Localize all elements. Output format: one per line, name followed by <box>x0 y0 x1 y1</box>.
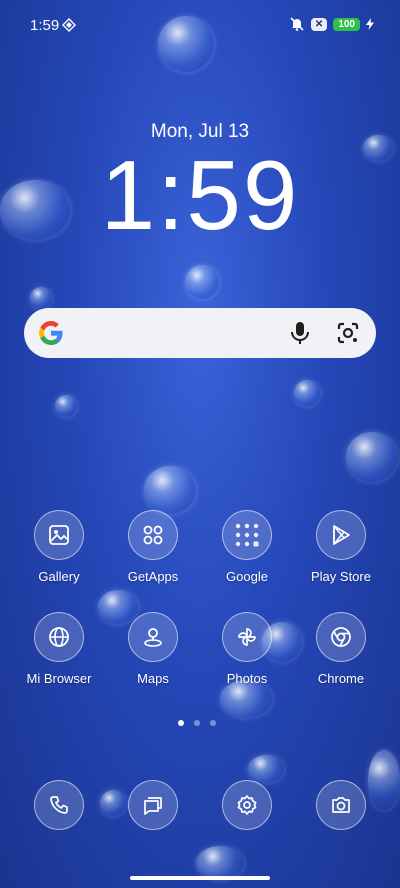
gallery-icon <box>34 510 84 560</box>
lock-clock: 1:59 <box>100 140 300 250</box>
maps-pin-icon <box>128 612 178 662</box>
bubble <box>196 846 244 880</box>
dock-messages[interactable] <box>108 780 198 830</box>
app-photos[interactable]: Photos <box>202 612 292 686</box>
app-mi-browser[interactable]: Mi Browser <box>14 612 104 686</box>
pinwheel-icon <box>222 612 272 662</box>
dock-settings[interactable] <box>202 780 292 830</box>
bubble <box>55 395 77 417</box>
page-dot <box>210 720 216 726</box>
getapps-icon <box>128 510 178 560</box>
voice-search-mic-icon[interactable] <box>289 321 311 345</box>
app-maps[interactable]: Maps <box>108 612 198 686</box>
bubble <box>30 287 52 309</box>
status-bar: 1:59 ✕ 100 <box>0 0 400 44</box>
charging-icon <box>366 18 374 30</box>
google-lens-icon[interactable] <box>336 321 360 345</box>
bubble <box>248 755 284 783</box>
app-label: Mi Browser <box>26 671 92 686</box>
app-label: Play Store <box>311 569 371 584</box>
dock-camera[interactable] <box>296 780 386 830</box>
home-gesture-bar[interactable] <box>130 876 270 880</box>
battery-indicator: 100 <box>333 17 360 31</box>
notification-badge: ✕ <box>310 17 328 31</box>
globe-icon <box>34 612 84 662</box>
ringer-off-icon <box>290 17 304 31</box>
page-dot <box>194 720 200 726</box>
phone-icon <box>34 780 84 830</box>
page-indicator <box>178 720 216 726</box>
google-g-icon <box>39 321 63 345</box>
bubble <box>185 265 219 299</box>
app-play-store[interactable]: Play Store <box>296 510 386 584</box>
app-label: Google <box>226 569 268 584</box>
bubble <box>144 466 196 514</box>
camera-icon <box>316 780 366 830</box>
dock-phone[interactable] <box>14 780 104 830</box>
chrome-icon <box>316 612 366 662</box>
bubble <box>294 380 320 406</box>
gear-icon <box>222 780 272 830</box>
status-icons: ✕ 100 <box>289 16 374 32</box>
status-time: 1:59 <box>30 17 60 34</box>
message-icon <box>128 780 178 830</box>
app-chrome[interactable]: Chrome <box>296 612 386 686</box>
app-google-folder[interactable]: Google <box>202 510 292 584</box>
app-label: Chrome <box>317 671 365 686</box>
play-store-icon <box>316 510 366 560</box>
app-label: GetApps <box>127 569 179 584</box>
app-label: Maps <box>137 671 169 686</box>
app-label: Photos <box>226 671 268 686</box>
app-gallery[interactable]: Gallery <box>14 510 104 584</box>
location-diamond-icon <box>62 18 76 32</box>
app-label: Gallery <box>38 569 80 584</box>
bubble <box>346 432 398 482</box>
google-search-bar[interactable] <box>24 308 376 358</box>
page-dot-active <box>178 720 184 726</box>
app-getapps[interactable]: GetApps <box>108 510 198 584</box>
google-folder-icon <box>222 510 272 560</box>
